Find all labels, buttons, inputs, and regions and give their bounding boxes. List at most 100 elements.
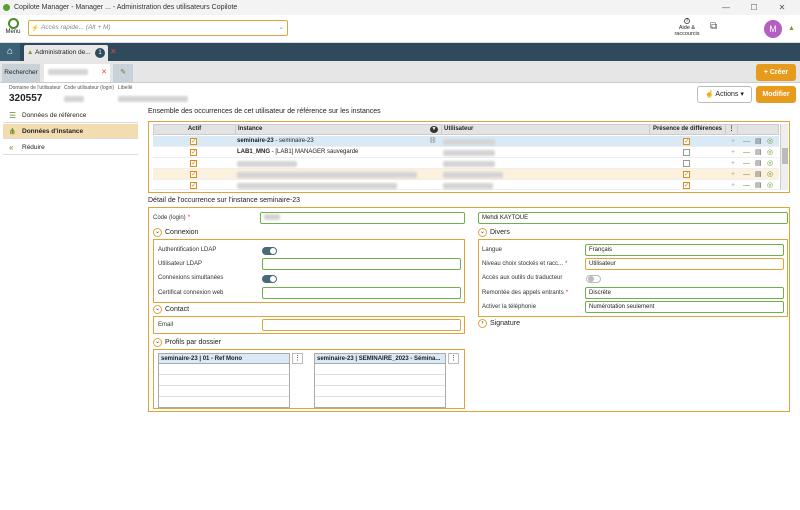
diff-checkbox[interactable] — [683, 149, 690, 156]
subtab-record[interactable]: ✕ — [44, 64, 110, 82]
add-icon[interactable]: + — [731, 180, 735, 191]
diff-checkbox[interactable] — [683, 136, 690, 147]
cert-input[interactable] — [262, 287, 461, 299]
instance-redacted — [237, 161, 297, 167]
minimize-button[interactable]: — — [712, 0, 740, 15]
active-checkbox[interactable] — [190, 147, 197, 158]
check-icon[interactable]: ◎ — [767, 147, 773, 158]
table-row[interactable]: + — ▤ ◎ — [153, 169, 779, 180]
traducteur-toggle[interactable] — [586, 275, 601, 283]
tab-administration[interactable]: ▲ Administration de... 1 — [24, 45, 108, 61]
signature-section-toggle[interactable]: › Signature — [478, 319, 520, 328]
niveau-input[interactable]: Utilisateur — [585, 258, 784, 270]
menu-button[interactable]: Menu — [3, 17, 23, 41]
maximize-button[interactable]: ☐ — [740, 0, 768, 15]
langue-input[interactable]: Français — [585, 244, 784, 256]
add-icon[interactable]: + — [731, 169, 735, 180]
active-checkbox[interactable] — [190, 158, 197, 169]
collapse-caret-icon[interactable]: ▲ — [788, 25, 795, 32]
ldap-auth-toggle[interactable] — [262, 247, 277, 255]
profile-list-2[interactable]: seminaire-23 | SEMINAIRE_2023 - Sémina..… — [314, 353, 446, 408]
pin-icon[interactable]: ✎ — [113, 64, 133, 82]
external-link-icon[interactable]: ⧉ — [710, 21, 717, 32]
close-subtab-icon[interactable]: ✕ — [101, 64, 107, 82]
create-button[interactable]: + Créer — [756, 64, 796, 81]
table-row[interactable]: seminaire-23 - seminaire-23 ⛓ + — ▤ ◎ — [153, 136, 779, 147]
instance-name: - seminaire-23 — [273, 138, 314, 144]
col-instance[interactable]: Instance — [236, 125, 442, 134]
sidebar-item-label: Réduire — [22, 144, 45, 151]
contact-section-toggle[interactable]: ⌄ Contact — [153, 305, 189, 314]
modify-button[interactable]: Modifier — [756, 86, 796, 103]
check-icon[interactable]: ◎ — [767, 180, 773, 191]
connexion-section-toggle[interactable]: ⌄ Connexion — [153, 228, 199, 237]
profile-list-2-menu-icon[interactable]: ⋮ — [448, 353, 459, 364]
sidebar-item-reference[interactable]: ☰ Données de référence — [3, 108, 138, 123]
simultaneous-toggle[interactable] — [262, 275, 277, 283]
remove-icon[interactable]: — — [743, 158, 750, 169]
occurrences-title: Ensemble des occurrences de cet utilisat… — [148, 108, 381, 115]
sidebar-item-instance[interactable]: ⋔ Données d'instance — [3, 124, 138, 139]
table-row[interactable]: LAB1_MNG - [LAB1] MANAGER sauvegarde + —… — [153, 147, 779, 158]
chevron-right-icon: › — [478, 319, 487, 328]
close-window-button[interactable]: ✕ — [768, 0, 796, 15]
profile-list-2-header[interactable]: seminaire-23 | SEMINAIRE_2023 - Sémina..… — [315, 354, 445, 364]
edit-icon[interactable]: ▤ — [755, 169, 762, 180]
connexion-title: Connexion — [165, 229, 199, 236]
telephonie-label: Activer la téléphonie — [482, 304, 537, 310]
diff-checkbox[interactable] — [683, 160, 690, 167]
profile-list-1[interactable]: seminaire-23 | 01 - Ref Mono — [158, 353, 290, 408]
quick-access-input[interactable]: ⚡ Accès rapide... (Alt + M) ⌄ — [28, 20, 288, 36]
domain-value: 320557 — [9, 93, 43, 104]
remove-icon[interactable]: — — [743, 147, 750, 158]
check-icon[interactable]: ◎ — [767, 158, 773, 169]
table-row[interactable]: + — ▤ ◎ — [153, 158, 779, 169]
col-utilisateur[interactable]: Utilisateur — [442, 125, 650, 134]
divers-section-toggle[interactable]: ⌄ Divers — [478, 228, 510, 237]
edit-icon[interactable]: ▤ — [755, 158, 762, 169]
profile-list-1-menu-icon[interactable]: ⋮ — [292, 353, 303, 364]
profile-list-1-header[interactable]: seminaire-23 | 01 - Ref Mono — [159, 354, 289, 364]
diff-checkbox[interactable] — [683, 169, 690, 180]
email-input[interactable] — [262, 319, 461, 331]
add-icon[interactable]: + — [731, 158, 735, 169]
dropdown-caret-icon: ▾ — [738, 91, 744, 98]
grid-scrollbar[interactable] — [780, 124, 788, 190]
name-input[interactable]: Mehdi KAYTOUE — [478, 212, 788, 224]
sidebar-item-collapse[interactable]: « Réduire — [3, 140, 138, 155]
active-checkbox[interactable] — [190, 180, 197, 191]
remove-icon[interactable]: — — [743, 136, 750, 147]
code-login-input[interactable] — [260, 212, 465, 224]
actions-label: Actions — [715, 91, 739, 98]
link-icon[interactable]: ⛓ — [429, 136, 437, 147]
active-checkbox[interactable] — [190, 169, 197, 180]
col-actif[interactable]: Actif — [154, 125, 236, 134]
add-icon[interactable]: + — [731, 136, 735, 147]
telephonie-input[interactable]: Numérotation seulement — [585, 301, 784, 313]
add-icon[interactable]: + — [731, 147, 735, 158]
edit-icon[interactable]: ▤ — [755, 180, 762, 191]
filter-icon[interactable]: ▼ — [430, 126, 438, 133]
close-tab-icon[interactable]: ✕ — [110, 47, 117, 56]
remontee-input[interactable]: Discrète — [585, 287, 784, 299]
ldap-user-input[interactable] — [262, 258, 461, 270]
col-differences[interactable]: Présence de différences — [650, 125, 726, 134]
actions-button[interactable]: ☝ Actions ▾ — [697, 86, 752, 103]
instance-redacted — [237, 172, 417, 178]
active-checkbox[interactable] — [190, 136, 197, 147]
column-menu-icon[interactable]: ⋮ — [726, 125, 738, 134]
subtab-search[interactable]: Rechercher — [2, 64, 40, 82]
check-icon[interactable]: ◎ — [767, 169, 773, 180]
check-icon[interactable]: ◎ — [767, 136, 773, 147]
help-button[interactable]: ? Aide & raccourcis — [672, 18, 702, 37]
edit-icon[interactable]: ▤ — [755, 147, 762, 158]
edit-icon[interactable]: ▤ — [755, 136, 762, 147]
remove-icon[interactable]: — — [743, 169, 750, 180]
scroll-thumb[interactable] — [782, 148, 788, 164]
remove-icon[interactable]: — — [743, 180, 750, 191]
diff-checkbox[interactable] — [683, 180, 690, 191]
avatar[interactable]: M — [764, 20, 782, 38]
home-icon[interactable]: ⌂ — [0, 43, 20, 61]
profils-section-toggle[interactable]: ⌄ Profils par dossier — [153, 338, 221, 347]
table-row[interactable]: + — ▤ ◎ — [153, 180, 779, 191]
